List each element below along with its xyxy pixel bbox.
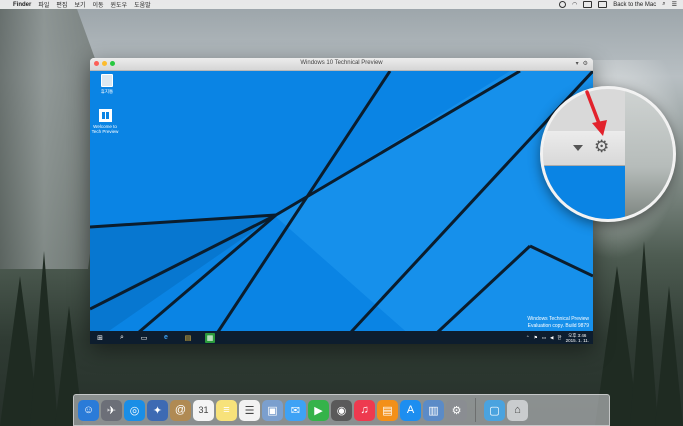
wifi-icon[interactable]: ◠ [572, 1, 577, 8]
desktop-icon-label: Welcome to Tech Preview [91, 124, 119, 134]
launchpad-dock-icon[interactable]: ✈ [101, 399, 122, 421]
input-language[interactable]: 한 [557, 335, 561, 341]
messages-dock-icon[interactable]: ✉ [285, 399, 306, 421]
menu-help[interactable]: 도움말 [134, 0, 151, 9]
windows-desktop[interactable]: 휴지통 Welcome to Tech Preview Windows Tech… [90, 71, 593, 344]
dropdown-arrow-icon[interactable]: ▾ [576, 60, 579, 67]
notes-dock-icon[interactable]: ≡ [216, 399, 237, 421]
watermark-line-2: Evaluation copy. Build 9879 [527, 323, 589, 329]
taskbar-clock[interactable]: 오후 3:46 2015. 1. 11. [566, 333, 589, 343]
iphoto-dock-icon[interactable]: ✦ [147, 399, 168, 421]
facetime-dock-icon[interactable]: ▶ [308, 399, 329, 421]
itunes-dock-icon[interactable]: ♫ [354, 399, 375, 421]
internet-explorer-button[interactable]: e [161, 333, 171, 343]
contacts-dock-icon[interactable]: @ [170, 399, 191, 421]
dock-separator [475, 398, 476, 422]
finder-dock-icon[interactable]: ☺ [78, 399, 99, 421]
menu-file[interactable]: 파일 [38, 0, 49, 9]
tech-preview-desktop-icon[interactable]: Welcome to Tech Preview [90, 109, 120, 134]
task-view-button[interactable]: ▭ [139, 333, 149, 343]
clock-date: 2015. 1. 11. [565, 337, 589, 343]
notification-center-icon[interactable]: ☰ [672, 1, 677, 8]
zoomed-gear-icon: ⚙ [594, 137, 610, 156]
preview-dock-icon[interactable]: ▣ [262, 399, 283, 421]
window-title: Windows 10 Technical Preview [300, 60, 383, 66]
windows-wallpaper [90, 71, 593, 344]
zoomed-dropdown-arrow-icon [573, 145, 583, 151]
file-explorer-button[interactable]: ▤ [183, 333, 193, 343]
downloads-folder-dock-icon[interactable]: ▢ [484, 399, 505, 421]
safari-dock-icon[interactable]: ◎ [124, 399, 145, 421]
flag-icon[interactable]: ⚑ [534, 335, 538, 341]
recycle-bin-icon [101, 74, 113, 87]
menu-window[interactable]: 윈도우 [111, 0, 128, 9]
system-preferences-dock-icon[interactable]: ⚙ [446, 399, 467, 421]
desktop-icon-label: 휴지통 [100, 89, 114, 94]
spotlight-search-icon[interactable]: ⌕ [662, 1, 665, 8]
menu-view[interactable]: 보기 [74, 0, 85, 9]
parallels-dock-icon[interactable]: ▥ [423, 399, 444, 421]
network-icon[interactable]: ▭ [542, 335, 546, 341]
gear-icon[interactable]: ⚙ [583, 60, 588, 67]
clock-time: 오후 3:46 [568, 332, 587, 338]
menu-status-text[interactable]: Back to the Mac [613, 2, 656, 8]
zoomed-background [625, 89, 673, 219]
volume-icon[interactable]: ◀ [550, 335, 553, 341]
photo-booth-dock-icon[interactable]: ◉ [331, 399, 352, 421]
watermark-line-1: Windows Technical Preview [527, 316, 589, 322]
battery-icon[interactable] [583, 1, 593, 8]
annotation-arrow-icon [585, 90, 607, 136]
menu-app-name[interactable]: Finder [13, 2, 31, 8]
window-titlebar[interactable]: Windows 10 Technical Preview ▾ ⚙ [90, 58, 593, 71]
tech-preview-icon [98, 109, 112, 122]
recycle-bin-desktop-icon[interactable]: 휴지통 [92, 74, 122, 94]
vm-window: Windows 10 Technical Preview ▾ ⚙ 휴지통 Wel… [90, 58, 593, 344]
windows-taskbar: ⊞ ⌕ ▭ e ▤ ▦ ⌃ ⚑ ▭ ◀ 한 오후 3:46 2015. 1. 1… [90, 331, 593, 344]
search-button[interactable]: ⌕ [117, 333, 127, 343]
menu-edit[interactable]: 편집 [56, 0, 67, 9]
sync-icon[interactable] [558, 1, 566, 8]
input-source-icon[interactable] [598, 1, 608, 8]
app-store-dock-icon[interactable]: A [400, 399, 421, 421]
reminders-dock-icon[interactable]: ☰ [239, 399, 260, 421]
dock: ☺ ✈ ◎ ✦ @31 ≡ ☰ ▣ ✉ ▶ ◉ ♫ ▤ A ▥ ⚙ ▢ ⌂ [73, 394, 610, 426]
menu-go[interactable]: 이동 [92, 0, 103, 9]
calendar-dock-icon[interactable]: 31 [193, 399, 214, 421]
start-button[interactable]: ⊞ [95, 333, 105, 343]
ibooks-dock-icon[interactable]: ▤ [377, 399, 398, 421]
store-button[interactable]: ▦ [205, 332, 215, 343]
zoomed-windows-desktop [543, 166, 625, 219]
system-tray: ⌃ ⚑ ▭ ◀ 한 오후 3:46 2015. 1. 11. [526, 331, 589, 344]
menu-bar: Finder 파일 편집 보기 이동 윈도우 도움말 ◠ Back to the… [0, 0, 683, 9]
tray-up-arrow-icon[interactable]: ⌃ [526, 335, 530, 341]
evaluation-watermark: Windows Technical Preview Evaluation cop… [527, 316, 589, 330]
trash-dock-icon[interactable]: ⌂ [507, 399, 528, 421]
